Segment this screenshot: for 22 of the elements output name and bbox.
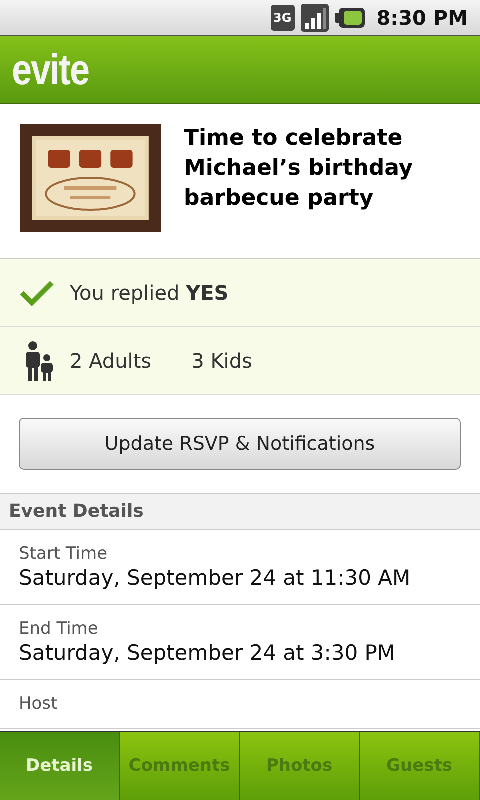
detail-value: Saturday, September 24 at 3:30 PM bbox=[19, 641, 397, 665]
rsvp-status: You replied YES bbox=[70, 280, 229, 304]
battery-icon bbox=[334, 8, 365, 28]
people-icon bbox=[24, 340, 54, 380]
app-logo: evite bbox=[12, 44, 90, 95]
detail-label: Start Time bbox=[19, 544, 109, 564]
update-rsvp-button[interactable]: Update RSVP & Notifications bbox=[19, 418, 461, 470]
tab[interactable]: Details bbox=[0, 732, 120, 800]
checkmark-icon bbox=[20, 280, 54, 306]
clock-time: 8:30 PM bbox=[376, 6, 468, 30]
network-type-icon: 3G bbox=[270, 4, 295, 30]
signal-icon bbox=[300, 4, 329, 32]
detail-label: Host bbox=[19, 694, 59, 714]
event-title: Time to celebrate Michael’s birthday barbecue party bbox=[184, 125, 414, 213]
detail-value: Saturday, September 24 at 11:30 AM bbox=[19, 566, 412, 590]
tab[interactable]: Guests bbox=[360, 732, 480, 800]
tab[interactable]: Comments bbox=[120, 732, 240, 800]
attendee-count: 2 Adults bbox=[70, 348, 152, 372]
attendee-count: 3 Kids bbox=[192, 348, 252, 372]
section-header: Event Details bbox=[0, 494, 480, 530]
detail-label: End Time bbox=[19, 619, 100, 639]
tab[interactable]: Photos bbox=[240, 732, 360, 800]
